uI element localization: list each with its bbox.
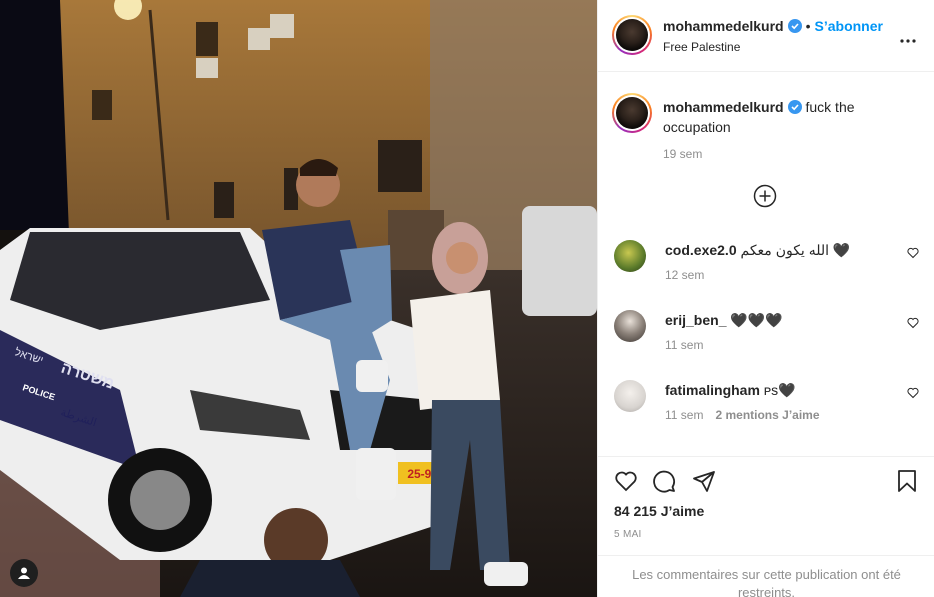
- post-side-panel: mohammedelkurd • S’abonner Free Palestine …: [597, 0, 934, 597]
- comment-body: fatimalingham ᴘs🖤: [665, 382, 796, 399]
- comment-like-button[interactable]: [907, 316, 919, 334]
- caption-text-block: mohammedelkurd fuck the occupation: [663, 98, 913, 136]
- post-header: mohammedelkurd • S’abonner Free Palestine: [598, 0, 934, 72]
- more-icon: [900, 30, 916, 47]
- comment-meta: 11 sem: [665, 338, 703, 352]
- comment-item: erij_ben_ 🖤🖤🖤 11 sem: [614, 310, 919, 370]
- likes-count[interactable]: 84 215 J’aime: [614, 503, 704, 519]
- heart-icon: [907, 386, 919, 403]
- comment-text: الله يكون معكم 🖤: [740, 242, 851, 258]
- header-username[interactable]: mohammedelkurd: [663, 18, 784, 34]
- header-user-line: mohammedelkurd • S’abonner: [663, 18, 883, 36]
- comment-time[interactable]: 11 sem: [665, 338, 703, 352]
- comment-username[interactable]: fatimalingham: [665, 382, 760, 398]
- comment-text: 🖤🖤🖤: [730, 312, 783, 328]
- load-more-comments-button[interactable]: [753, 184, 777, 213]
- comment-time[interactable]: 12 sem: [665, 268, 704, 282]
- comment-username[interactable]: cod.exe2.0: [665, 242, 737, 258]
- verified-icon: [787, 100, 802, 118]
- comment-avatar[interactable]: [614, 380, 646, 412]
- verified-icon: [787, 19, 802, 36]
- comment-item: cod.exe2.0 الله يكون معكم 🖤 12 sem: [614, 240, 919, 300]
- comment-text: ᴘs🖤: [763, 382, 796, 398]
- more-options-button[interactable]: [900, 30, 916, 48]
- location-link[interactable]: Free Palestine: [663, 40, 740, 54]
- caption-avatar[interactable]: [612, 93, 652, 133]
- comment-icon: [652, 469, 676, 498]
- post-actions: 84 215 J’aime 5 MAI Les commentaires sur…: [598, 456, 934, 597]
- comment-time[interactable]: 11 sem: [665, 408, 703, 422]
- photo-scene: 25-907 משטרה POLICE الشرطة ישראל: [0, 0, 597, 597]
- post-photo[interactable]: 25-907 משטרה POLICE الشرطة ישראל: [0, 0, 597, 597]
- comment-body: cod.exe2.0 الله يكون معكم 🖤: [665, 242, 850, 259]
- heart-icon: [907, 246, 919, 263]
- comment-like-button[interactable]: [907, 246, 919, 264]
- comment-item: fatimalingham ᴘs🖤 11 sem 2 mentions J’aim…: [614, 380, 919, 440]
- caption-time[interactable]: 19 sem: [663, 147, 702, 161]
- comment-likes[interactable]: 2 mentions J’aime: [715, 408, 819, 422]
- separator-dot: •: [805, 18, 811, 34]
- comment-avatar[interactable]: [614, 240, 646, 272]
- save-button[interactable]: [895, 469, 919, 498]
- tag-people-button[interactable]: [10, 559, 38, 587]
- post-date[interactable]: 5 MAI: [614, 529, 642, 540]
- tag-icon: [17, 566, 31, 580]
- comment-avatar[interactable]: [614, 310, 646, 342]
- comment-meta: 11 sem 2 mentions J’aime: [665, 408, 820, 422]
- comment-body: erij_ben_ 🖤🖤🖤: [665, 312, 783, 329]
- save-icon: [895, 470, 919, 497]
- caption-username[interactable]: mohammedelkurd: [663, 99, 784, 115]
- comments-restricted-notice: Les commentaires sur cette publication o…: [598, 555, 934, 597]
- comment-meta: 12 sem: [665, 268, 704, 282]
- load-more-icon: [753, 184, 777, 212]
- comment-username[interactable]: erij_ben_: [665, 312, 726, 328]
- avatar[interactable]: [612, 15, 652, 55]
- comments-section[interactable]: mohammedelkurd fuck the occupation 19 se…: [598, 73, 934, 456]
- follow-button[interactable]: S’abonner: [815, 18, 883, 34]
- heart-icon: [907, 316, 919, 333]
- comment-like-button[interactable]: [907, 386, 919, 404]
- share-icon: [692, 469, 716, 498]
- heart-icon: [614, 469, 638, 498]
